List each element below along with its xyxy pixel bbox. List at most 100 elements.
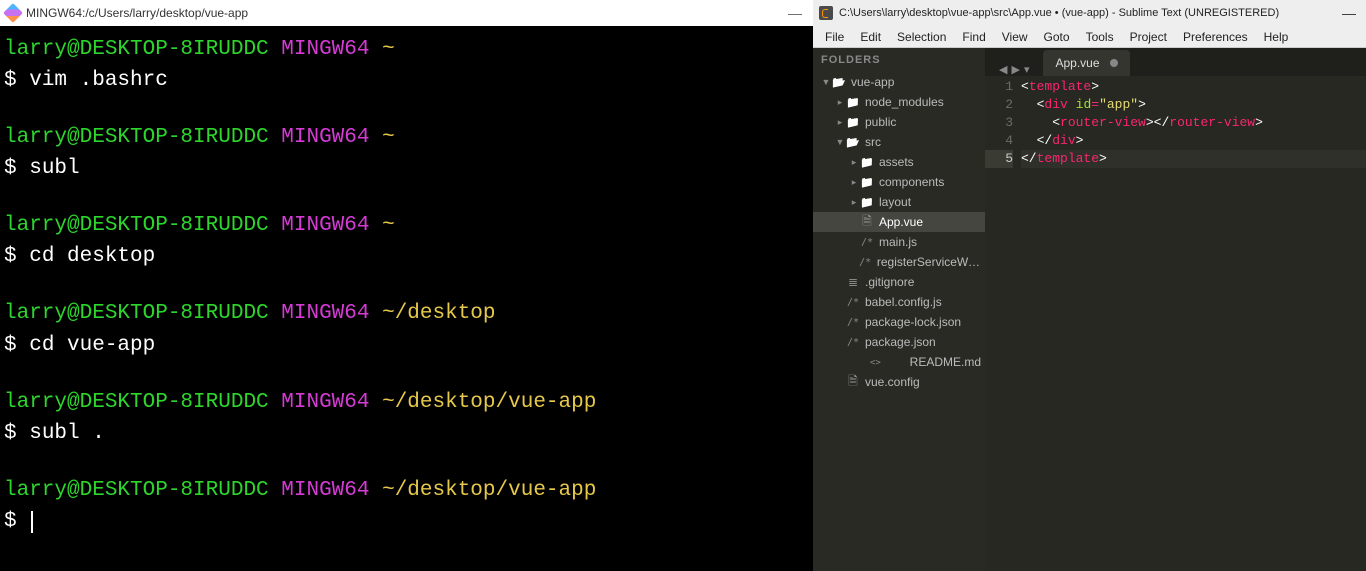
tree-item-src[interactable]: ▼src <box>813 132 985 152</box>
term-user: larry@DESKTOP-8IRUDDC <box>4 38 269 61</box>
term-user: larry@DESKTOP-8IRUDDC <box>4 302 269 325</box>
file-icon <box>859 212 875 233</box>
file-icon <box>845 372 861 393</box>
tree-item-vue-config[interactable]: vue.config <box>813 372 985 392</box>
expand-arrow-icon[interactable]: ▸ <box>835 117 845 128</box>
tree-item--gitignore[interactable]: .gitignore <box>813 272 985 292</box>
code-line[interactable]: </template> <box>1021 150 1366 168</box>
terminal-titlebar[interactable]: MINGW64:/c/Users/larry/desktop/vue-app — <box>0 0 813 26</box>
line-number: 1 <box>985 78 1013 96</box>
tree-item-main-js[interactable]: main.js <box>813 232 985 252</box>
tree-item-vue-app[interactable]: ▼ vue-app <box>813 72 985 92</box>
tree-label: babel.config.js <box>865 295 942 309</box>
minimize-button[interactable]: — <box>1338 5 1360 21</box>
term-host: MINGW64 <box>281 302 369 325</box>
code-area[interactable]: <template> <div id="app"> <router-view><… <box>1021 76 1366 571</box>
term-command: cd desktop <box>29 245 155 268</box>
code-line[interactable]: </div> <box>1021 132 1366 150</box>
tab-label: App.vue <box>1055 56 1099 70</box>
code-icon <box>845 356 906 368</box>
term-prompt: $ <box>4 510 17 533</box>
code-line[interactable]: <template> <box>1021 78 1366 96</box>
js-icon <box>859 237 875 248</box>
editor-tabbar: ◀ ▶ ▾ App.vue <box>985 48 1366 76</box>
terminal-title: MINGW64:/c/Users/larry/desktop/vue-app <box>26 6 248 20</box>
term-command: subl . <box>29 422 105 445</box>
code-line[interactable]: <div id="app"> <box>1021 96 1366 114</box>
terminal-body[interactable]: larry@DESKTOP-8IRUDDC MINGW64 ~$ vim .ba… <box>0 26 813 571</box>
code-line[interactable]: <router-view></router-view> <box>1021 114 1366 132</box>
tab-app-vue[interactable]: App.vue <box>1043 50 1129 76</box>
editor-code[interactable]: 12345 <template> <div id="app"> <router-… <box>985 76 1366 571</box>
menu-file[interactable]: File <box>817 30 852 44</box>
line-number: 2 <box>985 96 1013 114</box>
tree-item-components[interactable]: ▸components <box>813 172 985 192</box>
js-icon <box>845 337 861 348</box>
line-number: 4 <box>985 132 1013 150</box>
term-user: larry@DESKTOP-8IRUDDC <box>4 479 269 502</box>
term-path: ~/desktop/vue-app <box>382 391 596 414</box>
expand-arrow-icon[interactable]: ▼ <box>821 77 831 87</box>
tab-prev-icon[interactable]: ◀ <box>997 63 1009 76</box>
tree-label: vue-app <box>851 75 894 89</box>
tree-item-package-lock-json[interactable]: package-lock.json <box>813 312 985 332</box>
folders-header: FOLDERS <box>813 48 985 72</box>
term-prompt: $ <box>4 157 17 180</box>
expand-arrow-icon[interactable]: ▸ <box>835 97 845 108</box>
term-host: MINGW64 <box>281 391 369 414</box>
expand-arrow-icon[interactable]: ▸ <box>849 177 859 188</box>
menu-preferences[interactable]: Preferences <box>1175 30 1256 44</box>
tree-item-assets[interactable]: ▸ assets <box>813 152 985 172</box>
js-icon <box>845 297 861 308</box>
line-gutter: 12345 <box>985 76 1021 571</box>
tree-item-layout[interactable]: ▸layout <box>813 192 985 212</box>
expand-arrow-icon[interactable]: ▸ <box>849 197 859 208</box>
cursor <box>31 511 33 533</box>
sublime-icon <box>819 6 833 20</box>
menu-view[interactable]: View <box>994 30 1036 44</box>
js-icon <box>857 257 872 268</box>
file-tree: ▼vue-app▸node_modules▸public▼src▸assets▸… <box>813 72 985 400</box>
tree-label: registerServiceWork <box>877 255 981 269</box>
tree-item-readme-md[interactable]: README.md <box>813 352 985 372</box>
tree-label: App.vue <box>879 215 923 229</box>
term-path: ~ <box>382 214 395 237</box>
expand-arrow-icon[interactable]: ▸ <box>849 157 859 168</box>
folder-open-icon <box>831 76 847 89</box>
tree-item-app-vue[interactable]: App.vue <box>813 212 985 232</box>
term-command: cd vue-app <box>29 334 155 357</box>
term-prompt: $ <box>4 422 17 445</box>
minimize-button[interactable]: — <box>783 5 807 21</box>
menu-selection[interactable]: Selection <box>889 30 954 44</box>
tree-item-package-json[interactable]: package.json <box>813 332 985 352</box>
tree-item-registerservicework[interactable]: registerServiceWork <box>813 252 985 272</box>
tree-item-babel-config-js[interactable]: babel.config.js <box>813 292 985 312</box>
term-prompt: $ <box>4 69 17 92</box>
term-host: MINGW64 <box>281 126 369 149</box>
editor-panel: ◀ ▶ ▾ App.vue 12345 <template> <div id="… <box>985 48 1366 571</box>
lines-icon <box>845 275 861 289</box>
tree-label: .gitignore <box>865 275 914 289</box>
menu-goto[interactable]: Goto <box>1036 30 1078 44</box>
tree-label: node_modules <box>865 95 944 109</box>
tab-nav[interactable]: ◀ ▶ ▾ <box>991 63 1037 76</box>
tree-item-node-modules[interactable]: ▸ node_modules <box>813 92 985 112</box>
menu-find[interactable]: Find <box>954 30 993 44</box>
folder-icon <box>859 156 875 169</box>
term-host: MINGW64 <box>281 479 369 502</box>
tree-label: assets <box>879 155 914 169</box>
menu-help[interactable]: Help <box>1256 30 1297 44</box>
tree-label: public <box>865 115 896 129</box>
tab-next-icon[interactable]: ▶ <box>1009 63 1021 76</box>
tab-menu-icon[interactable]: ▾ <box>1022 63 1032 76</box>
expand-arrow-icon[interactable]: ▼ <box>835 137 845 147</box>
editor-titlebar[interactable]: C:\Users\larry\desktop\vue-app\src\App.v… <box>813 0 1366 26</box>
menu-tools[interactable]: Tools <box>1078 30 1122 44</box>
menu-project[interactable]: Project <box>1122 30 1175 44</box>
tree-item-public[interactable]: ▸ public <box>813 112 985 132</box>
menu-edit[interactable]: Edit <box>852 30 889 44</box>
folder-icon <box>845 116 861 129</box>
editor-sidebar: FOLDERS ▼ vue-app ▸ node_modules ▸ public ▼src… <box>813 48 985 571</box>
tree-label: main.js <box>879 235 917 249</box>
folder-icon <box>845 96 861 109</box>
